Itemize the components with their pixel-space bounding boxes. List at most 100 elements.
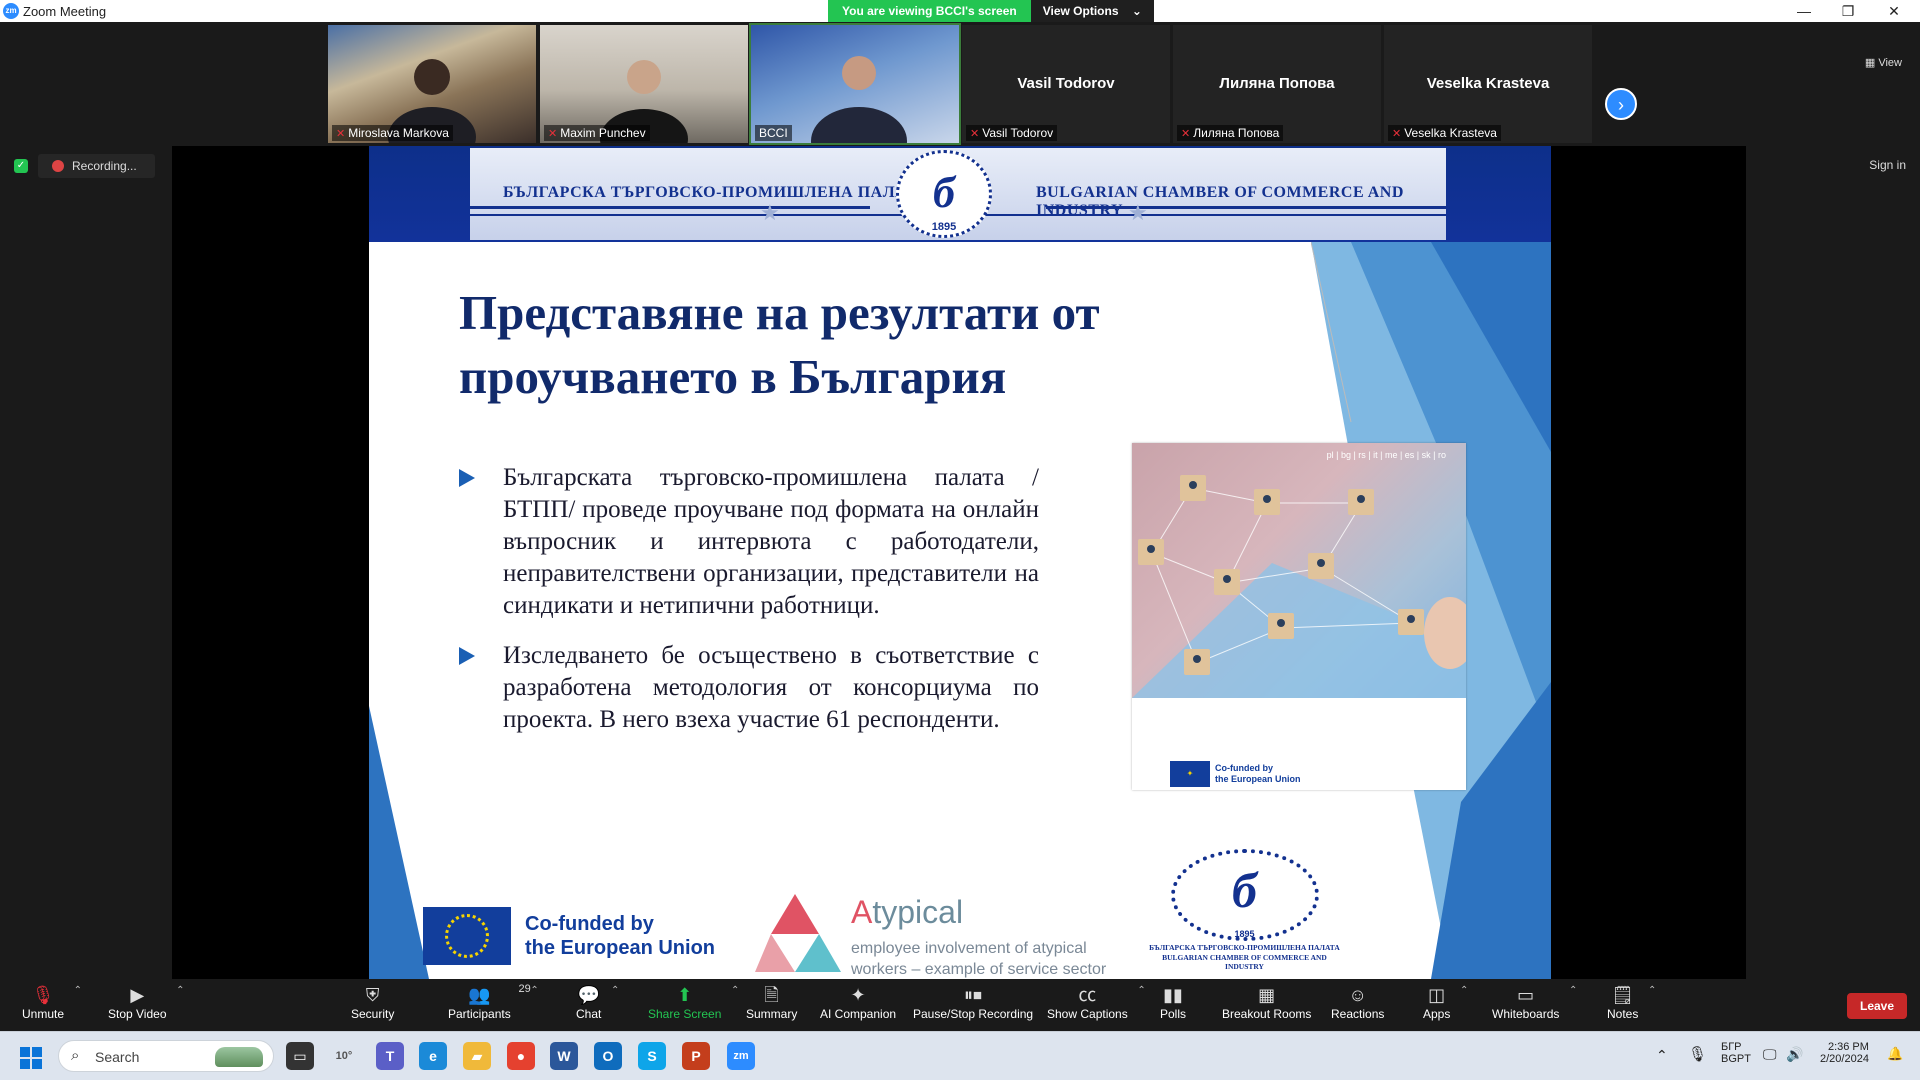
- chat-bubble-icon: 💬: [577, 985, 600, 1005]
- viewing-screen-label: You are viewing BCCI's screen: [828, 0, 1031, 22]
- share-screen-button[interactable]: ⬆ Share Screen ⌃: [648, 983, 739, 1021]
- pause-stop-icon: ⏸⏹: [964, 985, 983, 1005]
- next-page-arrow-icon[interactable]: ›: [1605, 88, 1637, 120]
- teams-icon[interactable]: T: [376, 1042, 404, 1070]
- maximize-button[interactable]: ❐: [1828, 1, 1868, 21]
- participant-name: ✕ Vasil Todorov: [966, 125, 1058, 141]
- chevron-up-icon[interactable]: ⌃: [176, 985, 184, 996]
- file-explorer-icon[interactable]: ▰: [463, 1042, 491, 1070]
- zoom-icon[interactable]: zm: [727, 1042, 755, 1070]
- network-icon[interactable]: 🖵: [1763, 1046, 1777, 1063]
- participant-name: ✕ Maxim Punchev: [544, 125, 650, 141]
- show-captions-button[interactable]: ㏄ Show Captions ⌃: [1047, 983, 1146, 1021]
- chevron-up-icon[interactable]: ⌃: [1648, 985, 1656, 996]
- header-text-en: BULGARIAN CHAMBER OF COMMERCE AND INDUST…: [1036, 184, 1404, 219]
- chevron-up-icon[interactable]: ⌃: [1656, 1047, 1668, 1064]
- chevron-up-icon[interactable]: ⌃: [1137, 985, 1145, 996]
- participant-tile[interactable]: ✕ Maxim Punchev: [540, 25, 748, 143]
- zoom-logo-icon: zm: [3, 3, 19, 19]
- chevron-up-icon[interactable]: ⌃: [530, 985, 538, 996]
- close-button[interactable]: ✕: [1874, 1, 1914, 21]
- mic-muted-icon: ✕: [1181, 127, 1191, 140]
- view-grid-icon: ▦: [1864, 57, 1879, 69]
- view-options-button[interactable]: View Options ⌄: [1030, 0, 1154, 22]
- view-button[interactable]: ▦ View: [1865, 56, 1902, 69]
- participant-tile[interactable]: Veselka Krasteva ✕ Veselka Krasteva: [1384, 25, 1592, 143]
- microphone-icon[interactable]: 🎙: [1688, 1045, 1707, 1063]
- reactions-button[interactable]: ☺ Reactions: [1331, 983, 1384, 1021]
- language-indicator[interactable]: БГР BGPT: [1721, 1041, 1751, 1065]
- footer-eu-logo: Co-funded by the European Union: [423, 907, 715, 965]
- participant-tile[interactable]: ✕ Miroslava Markova: [328, 25, 536, 143]
- participants-icon: 👥: [468, 985, 491, 1005]
- mic-muted-icon: ✕: [336, 127, 346, 140]
- security-button[interactable]: ⛨ Security: [351, 983, 394, 1021]
- task-view-icon[interactable]: ▭: [286, 1042, 314, 1070]
- participant-tile-active[interactable]: BCCI: [749, 23, 961, 145]
- chevron-up-icon[interactable]: ⌃: [731, 985, 739, 996]
- windows-start-icon[interactable]: [20, 1047, 42, 1069]
- whiteboards-button[interactable]: ▭ Whiteboards ⌃: [1492, 983, 1577, 1021]
- stop-video-button[interactable]: ▶ Stop Video ⌃: [108, 983, 185, 1021]
- participants-button[interactable]: 👥 Participants 29 ⌃: [448, 983, 539, 1021]
- apps-icon: ◫: [1428, 985, 1446, 1005]
- pause-stop-recording-button[interactable]: ⏸⏹ Pause/Stop Recording: [913, 983, 1033, 1021]
- chevron-up-icon[interactable]: ⌃: [74, 985, 82, 996]
- eu-flag-icon: ✦: [1170, 761, 1210, 787]
- participant-name: ✕ Miroslava Markova: [332, 125, 453, 141]
- polls-icon: ▮▮: [1163, 985, 1183, 1005]
- apps-button[interactable]: ◫ Apps ⌃: [1423, 983, 1468, 1021]
- participant-name: ✕ Лиляна Попова: [1177, 125, 1284, 141]
- mic-muted-icon: 🎙: [31, 985, 55, 1005]
- skype-icon[interactable]: S: [638, 1042, 666, 1070]
- report-cover-image: pl | bg | rs | it | me | es | sk | ro ✦ …: [1132, 443, 1466, 790]
- breakout-rooms-icon: ▦: [1258, 985, 1276, 1005]
- video-camera-icon: ▶: [130, 985, 145, 1005]
- weather-icon[interactable]: 10°: [330, 1042, 358, 1070]
- mic-muted-icon: ✕: [1392, 127, 1402, 140]
- atypical-project-logo: Atypical employee involvement of atypica…: [755, 894, 1135, 978]
- polls-button[interactable]: ▮▮ Polls: [1160, 983, 1186, 1021]
- summary-button[interactable]: 🗎 Summary: [746, 983, 797, 1021]
- outlook-icon[interactable]: O: [594, 1042, 622, 1070]
- chat-button[interactable]: 💬 Chat ⌃: [576, 983, 619, 1021]
- search-highlight-icon: [215, 1047, 263, 1067]
- mic-muted-icon: ✕: [970, 127, 980, 140]
- bullet-item: Българската търговско-промишлена палата …: [459, 462, 1039, 622]
- ai-companion-button[interactable]: ✦ AI Companion: [820, 983, 896, 1021]
- participant-name: BCCI: [755, 125, 792, 141]
- bullet-item: Изследването бе осъществено в съответств…: [459, 640, 1039, 736]
- participant-name: ✕ Veselka Krasteva: [1388, 125, 1501, 141]
- participant-display-name: Veselka Krasteva: [1426, 75, 1550, 92]
- mic-muted-icon: ✕: [548, 127, 558, 140]
- participant-gallery: ✕ Miroslava Markova ✕ Maxim Punchev BCCI V…: [0, 22, 1920, 145]
- powerpoint-icon[interactable]: P: [682, 1042, 710, 1070]
- participant-tile[interactable]: Лиляна Попова ✕ Лиляна Попова: [1173, 25, 1381, 143]
- notes-button[interactable]: 🗒 Notes ⌃: [1607, 983, 1656, 1021]
- breakout-rooms-button[interactable]: ▦ Breakout Rooms: [1222, 983, 1311, 1021]
- volume-icon[interactable]: 🔊: [1786, 1046, 1803, 1063]
- chevron-up-icon[interactable]: ⌃: [1460, 985, 1468, 996]
- unmute-button[interactable]: 🎙 Unmute ⌃: [22, 983, 82, 1021]
- participant-tile[interactable]: Vasil Todorov ✕ Vasil Todorov: [962, 25, 1170, 143]
- chevron-down-icon: ⌄: [1131, 4, 1142, 18]
- minimize-button[interactable]: —: [1784, 1, 1824, 21]
- participant-display-name: Лиляна Попова: [1219, 75, 1335, 92]
- taskbar-search[interactable]: ⌕ Search: [58, 1040, 274, 1072]
- chevron-up-icon[interactable]: ⌃: [611, 985, 619, 996]
- slide-bullets: Българската търговско-промишлена палата …: [459, 462, 1039, 754]
- notification-bell-icon[interactable]: 🔔: [1887, 1046, 1903, 1062]
- leave-button[interactable]: Leave: [1847, 993, 1907, 1019]
- clock[interactable]: 2:36 PM 2/20/2024: [1820, 1041, 1869, 1065]
- eu-flag-icon: [423, 907, 511, 965]
- shield-icon: ⛨: [365, 985, 380, 1005]
- captions-icon: ㏄: [1078, 985, 1097, 1005]
- word-icon[interactable]: W: [550, 1042, 578, 1070]
- slide-title: Представяне на резултати от проучването …: [459, 285, 1100, 404]
- summary-icon: 🗎: [764, 985, 779, 1005]
- chevron-up-icon[interactable]: ⌃: [1569, 985, 1577, 996]
- chrome-icon[interactable]: ●: [507, 1042, 535, 1070]
- header-text-bg: БЪЛГАРСКА ТЪРГОВСКО-ПРОМИШЛЕНА ПАЛАТА: [503, 184, 929, 201]
- sign-in-link[interactable]: Sign in: [1869, 158, 1906, 172]
- edge-icon[interactable]: e: [419, 1042, 447, 1070]
